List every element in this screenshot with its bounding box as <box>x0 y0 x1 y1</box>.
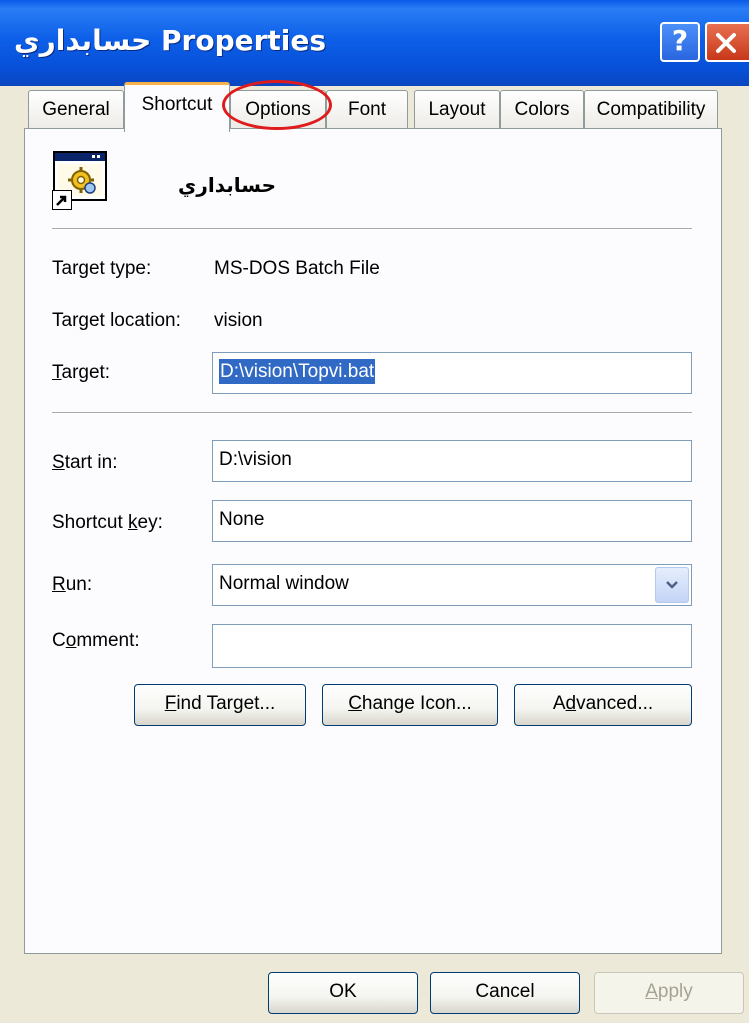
target-field[interactable]: D:\vision\Topvi.bat <box>212 352 692 394</box>
shortcut-key-field[interactable]: None <box>212 500 692 542</box>
ok-button[interactable]: OK <box>268 972 418 1014</box>
button-label: ind Target... <box>176 693 276 714</box>
tab-label: Font <box>347 99 387 120</box>
window-title-name: حسابداري <box>14 24 152 57</box>
help-icon: ? <box>671 24 689 57</box>
target-label: Target: <box>52 362 110 384</box>
mnemonic: k <box>128 512 138 533</box>
shortcut-name: حسابداري <box>178 173 277 197</box>
close-icon <box>716 33 736 53</box>
cancel-button[interactable]: Cancel <box>430 972 580 1014</box>
run-value: Normal window <box>219 573 349 594</box>
target-location-value: vision <box>214 310 263 331</box>
label-text: mment: <box>76 630 140 651</box>
label-text: arget: <box>61 362 111 383</box>
mnemonic: d <box>565 693 577 714</box>
separator <box>52 228 692 230</box>
comment-label: Comment: <box>52 630 140 652</box>
window-title-suffix: Properties <box>161 24 327 57</box>
dropdown-button[interactable] <box>655 567 689 603</box>
separator <box>52 412 692 414</box>
tab-label: Compatibility <box>596 99 706 120</box>
label-text: ey: <box>137 512 163 533</box>
label-text: un: <box>65 574 93 595</box>
tab-label: Shortcut <box>141 94 213 115</box>
mnemonic: S <box>52 452 65 473</box>
mnemonic: F <box>164 693 177 714</box>
tab-compatibility[interactable]: Compatibility <box>584 90 718 130</box>
run-select[interactable]: Normal window <box>212 564 692 606</box>
apply-button[interactable]: Apply <box>594 972 744 1014</box>
mnemonic: C <box>348 693 362 714</box>
target-value: D:\vision\Topvi.bat <box>219 359 376 384</box>
button-label: A <box>552 693 566 714</box>
find-target-button[interactable]: Find Target... <box>134 684 306 726</box>
properties-dialog: حسابداري Properties ? General Shortcut O… <box>0 0 749 1023</box>
annotation-circle <box>222 80 332 130</box>
tab-font[interactable]: Font <box>326 90 408 130</box>
title-bar[interactable]: حسابداري Properties ? <box>0 0 749 86</box>
mnemonic: A <box>645 981 658 1002</box>
tab-label: General <box>42 99 110 120</box>
tab-layout[interactable]: Layout <box>414 90 500 130</box>
change-icon-button[interactable]: Change Icon... <box>322 684 498 726</box>
advanced-button[interactable]: Advanced... <box>514 684 692 726</box>
label-text: tart in: <box>64 452 118 473</box>
help-button[interactable]: ? <box>660 22 700 62</box>
run-label: Run: <box>52 574 92 596</box>
mnemonic: R <box>52 574 66 595</box>
chevron-down-icon <box>666 581 678 589</box>
target-location-label: Target location: <box>52 310 181 331</box>
close-button[interactable] <box>705 22 749 62</box>
button-label: pply <box>657 981 693 1002</box>
batch-file-gear-icon <box>52 150 110 210</box>
button-label: OK <box>329 981 357 1002</box>
target-type-value: MS-DOS Batch File <box>214 258 380 279</box>
start-in-value: D:\vision <box>219 449 292 470</box>
shortcut-arrow-icon <box>52 190 72 210</box>
window-title: حسابداري Properties <box>14 24 326 57</box>
start-in-label: Start in: <box>52 452 118 474</box>
tab-general[interactable]: General <box>28 90 124 130</box>
target-type-label: Target type: <box>52 258 152 279</box>
button-label: vanced... <box>576 693 654 714</box>
label-text: Shortcut <box>52 512 129 533</box>
label-text: C <box>52 630 66 651</box>
button-label: Cancel <box>475 981 535 1002</box>
shortcut-key-value: None <box>219 509 265 530</box>
tab-label: Colors <box>514 99 570 120</box>
tab-shortcut[interactable]: Shortcut <box>124 82 230 132</box>
button-label: hange Icon... <box>361 693 472 714</box>
shortcut-key-label: Shortcut key: <box>52 512 163 534</box>
mnemonic: o <box>65 630 77 651</box>
mnemonic: T <box>52 362 62 383</box>
tab-colors[interactable]: Colors <box>500 90 584 130</box>
tab-label: Layout <box>428 99 486 120</box>
start-in-field[interactable]: D:\vision <box>212 440 692 482</box>
comment-field[interactable] <box>212 624 692 668</box>
